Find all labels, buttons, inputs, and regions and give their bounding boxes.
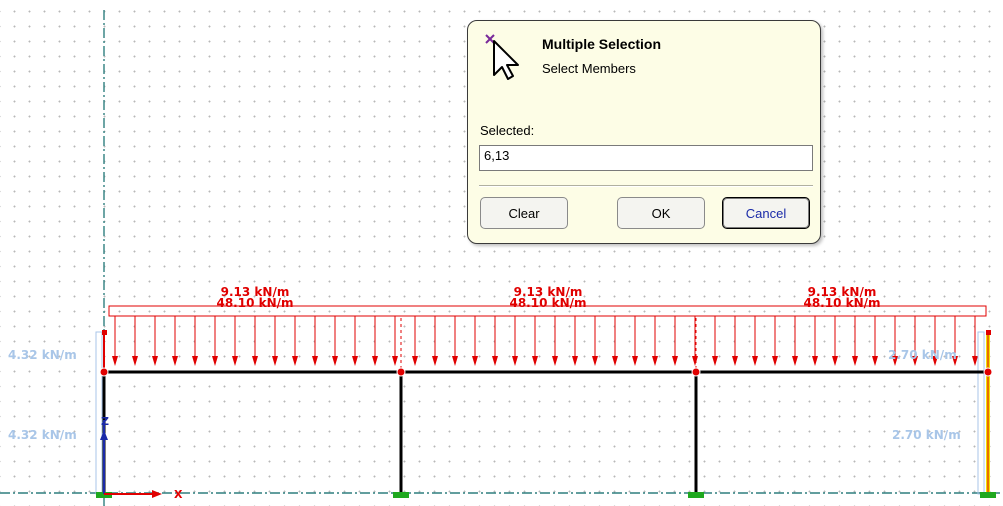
load-arrow-head <box>832 356 838 366</box>
load-arrow-head <box>212 356 218 366</box>
right-load-label-upper: 2.70 kN/m <box>888 348 957 362</box>
load-arrow-head <box>372 356 378 366</box>
right-column-outline <box>977 331 985 495</box>
load-arrow-head <box>672 356 678 366</box>
left-top-marker <box>102 330 107 335</box>
node-4[interactable] <box>983 367 993 377</box>
node-1[interactable] <box>99 367 109 377</box>
support-4[interactable] <box>980 492 996 498</box>
load-arrow-head <box>352 356 358 366</box>
load-arrow-head <box>192 356 198 366</box>
load-arrow-head <box>812 356 818 366</box>
load-arrows <box>112 316 978 366</box>
load-arrow-head <box>412 356 418 366</box>
support-3[interactable] <box>688 492 704 498</box>
load-arrow-head <box>872 356 878 366</box>
load-arrow-head <box>632 356 638 366</box>
multi-select-cursor-icon <box>482 31 522 81</box>
load-arrow-head <box>692 356 698 366</box>
load-arrow-head <box>772 356 778 366</box>
node-3[interactable] <box>691 367 701 377</box>
load-arrow-head <box>172 356 178 366</box>
z-axis-arrow <box>100 430 108 440</box>
z-axis-label: Z <box>101 415 109 428</box>
load-arrow-head <box>312 356 318 366</box>
load-arrow-head <box>792 356 798 366</box>
load-arrow-head <box>472 356 478 366</box>
span-3-load-label-2: 48.10 kN/m <box>803 296 880 310</box>
load-arrow-head <box>492 356 498 366</box>
load-arrow-head <box>592 356 598 366</box>
cancel-button[interactable]: Cancel <box>722 197 810 229</box>
span-2-load-label-2: 48.10 kN/m <box>509 296 586 310</box>
clear-button[interactable]: Clear <box>480 197 568 229</box>
dialog-separator <box>479 185 813 187</box>
load-arrow-head <box>132 356 138 366</box>
support-2[interactable] <box>393 492 409 498</box>
node-2[interactable] <box>396 367 406 377</box>
right-top-marker <box>986 330 991 335</box>
load-arrow-head <box>972 356 978 366</box>
load-arrow-head <box>652 356 658 366</box>
load-arrow-head <box>152 356 158 366</box>
span-1-load-label-2: 48.10 kN/m <box>216 296 293 310</box>
selected-label: Selected: <box>480 123 535 138</box>
x-axis-arrow <box>152 490 162 498</box>
load-arrow-head <box>752 356 758 366</box>
load-arrow-head <box>112 356 118 366</box>
load-arrow-head <box>452 356 458 366</box>
left-load-label-lower: 4.32 kN/m <box>8 428 77 442</box>
selected-input[interactable]: 6,13 <box>479 145 813 171</box>
left-column-outline <box>95 331 103 495</box>
load-arrow-head <box>552 356 558 366</box>
dialog-subtitle: Select Members <box>542 61 636 76</box>
load-arrow-head <box>612 356 618 366</box>
multiple-selection-dialog[interactable]: Multiple Selection Select Members Select… <box>467 20 821 244</box>
load-arrow-head <box>572 356 578 366</box>
load-arrow-head <box>232 356 238 366</box>
load-arrow-head <box>512 356 518 366</box>
load-arrow-head <box>852 356 858 366</box>
model-canvas[interactable]: 9.13 kN/m 48.10 kN/m 9.13 kN/m 48.10 kN/… <box>0 0 1003 506</box>
load-arrow-head <box>432 356 438 366</box>
load-arrow-head <box>252 356 258 366</box>
left-load-label-upper: 4.32 kN/m <box>8 348 77 362</box>
x-axis-label: X <box>174 488 183 501</box>
right-load-label-lower: 2.70 kN/m <box>892 428 961 442</box>
load-arrow-head <box>532 356 538 366</box>
ok-button[interactable]: OK <box>617 197 705 229</box>
load-arrow-head <box>332 356 338 366</box>
load-arrow-head <box>292 356 298 366</box>
load-arrow-head <box>732 356 738 366</box>
load-arrow-head <box>272 356 278 366</box>
load-arrow-head <box>392 356 398 366</box>
dialog-title: Multiple Selection <box>542 36 662 52</box>
load-arrow-head <box>712 356 718 366</box>
